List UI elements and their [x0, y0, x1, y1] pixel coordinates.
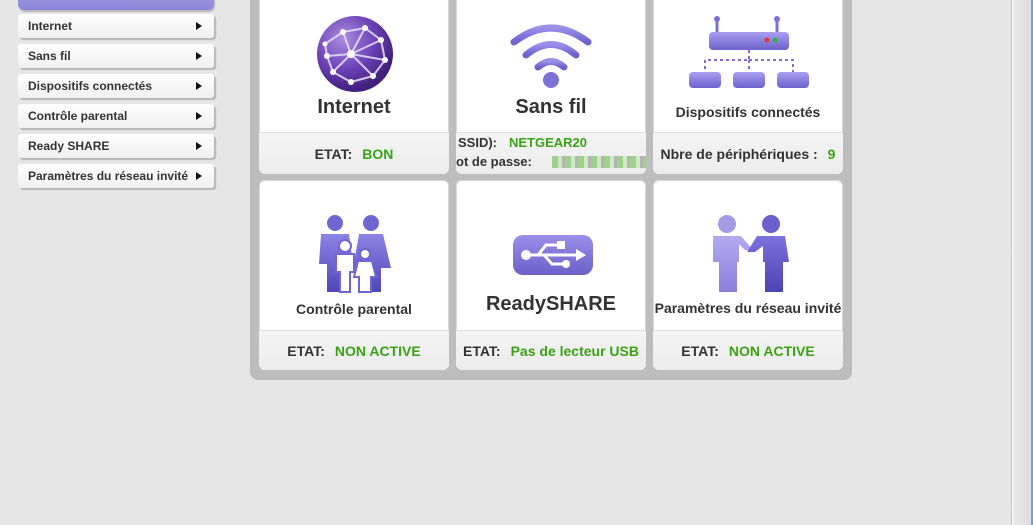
chevron-right-icon	[196, 172, 202, 180]
card-internet[interactable]: Internet ETAT: BON	[259, 0, 449, 174]
devices-count: Nbre de périphériques : 9	[653, 146, 843, 162]
sidebar-item-connected-devices[interactable]: Dispositifs connectés	[18, 74, 214, 98]
card-readyshare[interactable]: ReadySHARE ETAT: Pas de lecteur USB	[456, 180, 646, 370]
chevron-right-icon	[196, 82, 202, 90]
status-label: ETAT:	[681, 343, 719, 359]
sidebar-item-parental-control[interactable]: Contrôle parental	[18, 104, 214, 128]
guest-status: ETAT: NON ACTIVE	[653, 343, 843, 359]
card-title: Internet	[317, 96, 391, 118]
sidebar-item-wireless[interactable]: Sans fil	[18, 44, 214, 68]
password-label: ot de passe:	[456, 154, 532, 169]
status-value: NON ACTIVE	[334, 343, 421, 359]
password-masked-value	[552, 156, 646, 168]
sidebar-item-label: Paramètres du réseau invité	[28, 169, 189, 183]
chevron-right-icon	[196, 22, 202, 30]
handshake-icon	[713, 215, 789, 292]
sidebar-item-label: Dispositifs connectés	[28, 79, 153, 93]
sidebar-item-readyshare[interactable]: Ready SHARE	[18, 134, 214, 158]
readyshare-status: ETAT: Pas de lecteur USB	[456, 343, 646, 359]
card-title: Dispositifs connectés	[675, 104, 821, 120]
wifi-icon	[510, 24, 592, 88]
parental-status: ETAT: NON ACTIVE	[259, 343, 449, 359]
family-icon	[319, 215, 391, 293]
sidebar-item-label: Contrôle parental	[28, 109, 128, 123]
card-title: Paramètres du réseau invité	[654, 300, 842, 316]
usb-icon	[513, 235, 593, 275]
ssid-value: NETGEAR20	[509, 135, 588, 150]
card-title: Sans fil	[515, 96, 587, 118]
count-label: Nbre de périphériques :	[660, 146, 818, 162]
card-title: ReadySHARE	[485, 293, 617, 315]
status-label: ETAT:	[314, 146, 353, 162]
globe-icon	[317, 16, 393, 92]
wireless-ssid-row: SSID): NETGEAR20	[458, 135, 587, 150]
sidebar-item-guest-network[interactable]: Paramètres du réseau invité	[18, 164, 214, 188]
chevron-right-icon	[196, 52, 202, 60]
sidebar-item-label: Ready SHARE	[28, 139, 110, 153]
status-label: ETAT:	[463, 343, 501, 359]
status-value: Pas de lecteur USB	[510, 343, 639, 359]
card-guest-network[interactable]: Paramètres du réseau invité ETAT: NON ACT…	[653, 180, 843, 370]
card-wireless[interactable]: Sans fil SSID): NETGEAR20 ot de passe:	[456, 0, 646, 174]
chevron-right-icon	[196, 112, 202, 120]
window-frame-right	[1011, 0, 1033, 525]
count-value: 9	[827, 146, 836, 162]
sidebar-item-label: Sans fil	[28, 49, 71, 63]
status-value: NON ACTIVE	[728, 343, 815, 359]
sidebar-item-active-tab[interactable]	[18, 0, 214, 10]
chevron-right-icon	[196, 142, 202, 150]
card-parental-control[interactable]: Contrôle parental ETAT: NON ACTIVE	[259, 180, 449, 370]
card-connected-devices[interactable]: Dispositifs connectés Nbre de périphériq…	[653, 0, 843, 174]
status-value: BON	[362, 146, 394, 162]
dashboard-panel: Internet ETAT: BON Sans fil SSID): NETGE…	[250, 0, 852, 380]
sidebar-item-label: Internet	[28, 19, 73, 33]
wireless-password-row: ot de passe:	[456, 154, 646, 169]
card-title: Contrôle parental	[296, 301, 412, 317]
sidebar-item-internet[interactable]: Internet	[18, 14, 214, 38]
ssid-label: SSID):	[458, 135, 497, 150]
status-label: ETAT:	[287, 343, 325, 359]
internet-status: ETAT: BON	[259, 146, 449, 162]
router-icon	[689, 16, 809, 88]
